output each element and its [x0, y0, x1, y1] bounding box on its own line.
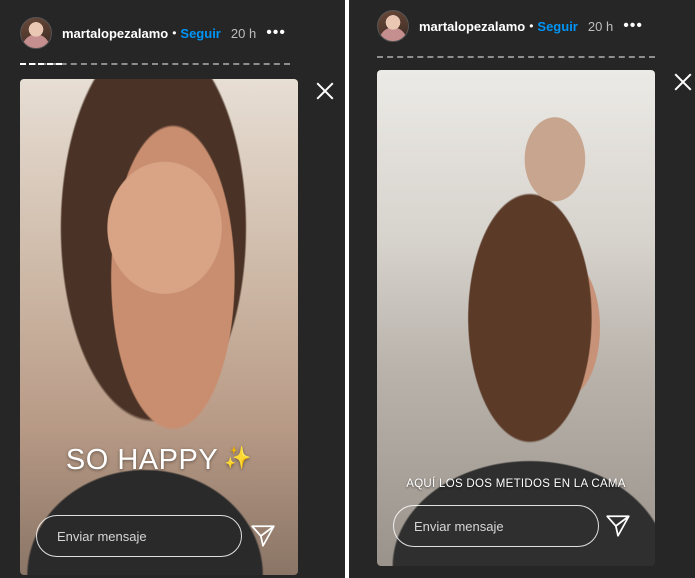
timestamp: 20 h [230, 25, 257, 41]
reply-input[interactable] [393, 505, 599, 547]
timestamp: 20 h [587, 18, 614, 34]
story-progress-bar [377, 56, 655, 58]
story-progress-bar [20, 63, 290, 65]
follow-button[interactable]: Seguir [180, 26, 220, 41]
story-media[interactable]: AQUÍ LOS DOS METIDOS EN LA CAMA [377, 70, 655, 566]
separator-dot: • [529, 19, 534, 33]
close-icon[interactable] [672, 71, 694, 93]
story-panel-left: martalopezalamo • Seguir 20 h ••• SO HAP… [0, 0, 345, 578]
username-link[interactable]: martalopezalamo [419, 19, 525, 34]
close-icon[interactable] [314, 80, 336, 102]
story-viewer-canvas: martalopezalamo • Seguir 20 h ••• SO HAP… [0, 0, 695, 578]
more-options-icon[interactable]: ••• [623, 18, 643, 34]
follow-button[interactable]: Seguir [537, 19, 577, 34]
more-options-icon[interactable]: ••• [266, 25, 286, 41]
story-caption: SO HAPPY ✨ [20, 444, 298, 477]
story-caption-text: SO HAPPY [65, 444, 219, 476]
story-caption: AQUÍ LOS DOS METIDOS EN LA CAMA [406, 478, 626, 490]
username-link[interactable]: martalopezalamo [62, 26, 168, 41]
story-header: martalopezalamo • Seguir 20 h ••• [20, 14, 345, 52]
send-icon[interactable] [250, 523, 276, 549]
avatar[interactable] [377, 10, 409, 42]
send-icon[interactable] [605, 513, 631, 539]
avatar[interactable] [20, 17, 52, 49]
separator-dot: • [172, 26, 177, 40]
sparkles-icon: ✨ [224, 445, 253, 470]
reply-input[interactable] [36, 515, 242, 557]
story-media[interactable]: SO HAPPY ✨ [20, 79, 298, 575]
story-header: martalopezalamo • Seguir 20 h ••• [377, 7, 695, 45]
story-progress-fill [20, 63, 62, 65]
